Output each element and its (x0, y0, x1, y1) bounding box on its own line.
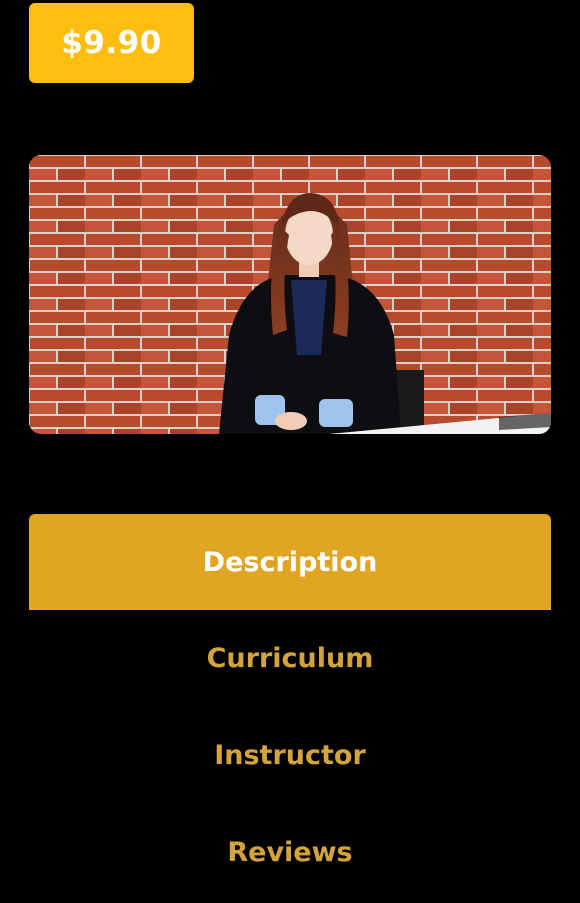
video-thumbnail[interactable] (29, 155, 551, 434)
tab-description[interactable]: Description (29, 514, 551, 610)
tab-reviews[interactable]: Reviews (29, 804, 551, 900)
tab-curriculum[interactable]: Curriculum (29, 610, 551, 706)
preview-image (29, 155, 551, 434)
price-label: $9.90 (61, 25, 162, 61)
price-badge[interactable]: $9.90 (29, 3, 194, 83)
tab-description-label: Description (202, 546, 378, 578)
tab-reviews-label: Reviews (227, 836, 353, 868)
tab-instructor[interactable]: Instructor (29, 707, 551, 803)
tab-curriculum-label: Curriculum (206, 642, 374, 674)
tab-instructor-label: Instructor (214, 739, 366, 771)
course-detail-page: $9.90 Description Curriculum Instructor … (0, 0, 580, 903)
